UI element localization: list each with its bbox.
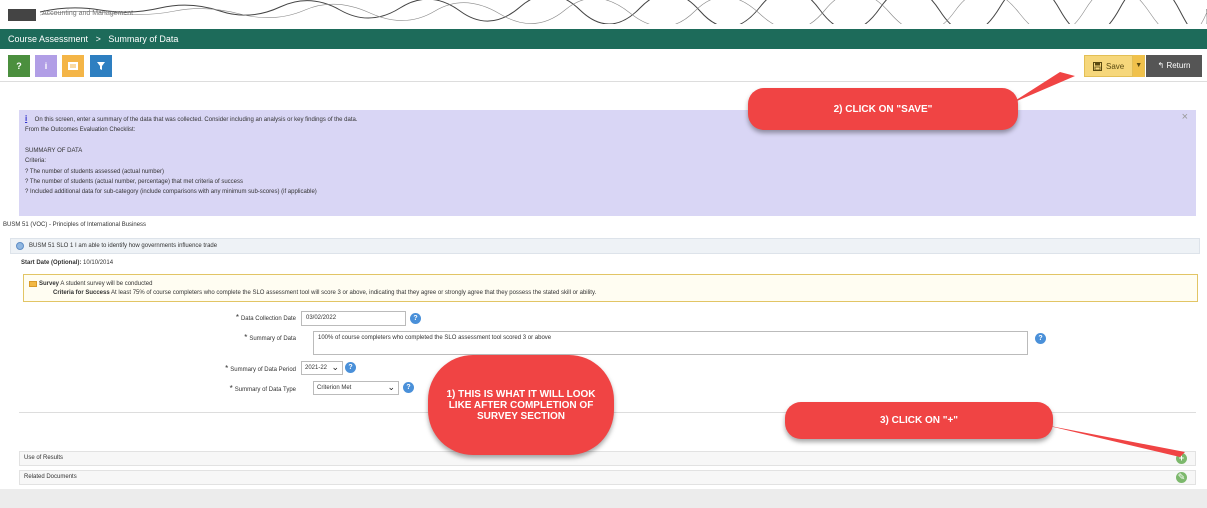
collection-date-label-text: Data Collection Date — [240, 316, 296, 322]
save-button[interactable]: Save — [1085, 61, 1132, 71]
collection-date-field[interactable]: 03/02/2022 — [301, 311, 406, 326]
add-use-of-results-plus-icon[interactable]: + — [1176, 453, 1187, 464]
summary-label: * Summary of Data — [176, 333, 296, 342]
toolbar: ? i Save ▼ ↰ Return — [0, 50, 1207, 82]
info-criteria-label: Criteria: — [25, 158, 47, 165]
callout-click-plus-text: 3) CLICK ON "+" — [879, 415, 959, 426]
breadcrumb-separator: > — [95, 34, 101, 44]
related-documents-section[interactable]: Related Documents — [19, 470, 1196, 485]
period-label: * Summary of Data Period — [176, 364, 296, 373]
app-label: Accounting and Management — [42, 10, 134, 17]
required-star-icon: * — [229, 384, 233, 393]
required-star-icon: * — [225, 364, 229, 373]
info-from: From the Outcomes Evaluation Checklist: — [25, 127, 136, 134]
info-icon: i — [44, 61, 48, 71]
info-panel: i On this screen, enter a summary of the… — [19, 110, 1196, 216]
callout-click-save-text: 2) CLICK ON "SAVE" — [833, 103, 933, 115]
slo-label: BUSM 51 SLO 1 I am able to identify how … — [29, 243, 218, 249]
info-item-3: ? Included additional data for sub-categ… — [25, 189, 317, 196]
help-button[interactable]: ? — [8, 55, 30, 77]
filter-button[interactable] — [90, 55, 112, 77]
start-date-value: 10/10/2014 — [83, 260, 114, 266]
period-select[interactable]: 2021-22 ⌄ — [301, 361, 343, 375]
slo-row[interactable]: BUSM 51 SLO 1 I am able to identify how … — [10, 238, 1200, 254]
course-title: BUSM 51 (VOC) - Principles of Internatio… — [3, 222, 147, 228]
type-label-text: Summary of Data Type — [234, 387, 296, 393]
start-date: Start Date (Optional): 10/10/2014 — [21, 260, 113, 266]
collection-date-label: * Data Collection Date — [176, 313, 296, 322]
survey-line: Survey A student survey will be conducte… — [39, 280, 1197, 289]
help-icon[interactable]: ? — [410, 313, 421, 324]
help-icon: ? — [16, 61, 22, 71]
info-icon: i — [25, 114, 28, 123]
survey-label: Survey — [39, 281, 60, 287]
start-date-label: Start Date (Optional): — [21, 260, 82, 266]
help-icon[interactable]: ? — [1035, 333, 1046, 344]
save-button-group: Save ▼ — [1084, 55, 1146, 77]
use-of-results-label: Use of Results — [24, 455, 64, 461]
summary-textarea[interactable]: 100% of course completers who completed … — [313, 331, 1028, 355]
type-value: Criterion Met — [317, 385, 352, 391]
torn-edge-graphic — [0, 0, 1207, 24]
info-item-2: ? The number of students (actual number,… — [25, 179, 244, 186]
related-documents-label: Related Documents — [24, 474, 77, 480]
criteria-line: Criteria for Success At least 75% of cou… — [39, 289, 1197, 298]
notes-icon — [68, 62, 78, 70]
callout-click-plus: 3) CLICK ON "+" — [785, 402, 1053, 439]
return-label: Return — [1166, 61, 1191, 70]
chevron-down-icon: ⌄ — [331, 362, 339, 372]
help-icon[interactable]: ? — [403, 382, 414, 393]
breadcrumb-item-course-assessment[interactable]: Course Assessment — [8, 34, 88, 44]
save-icon — [1093, 61, 1102, 71]
info-intro: On this screen, enter a summary of the d… — [34, 117, 358, 123]
criteria-label: Criteria for Success — [53, 290, 110, 296]
save-dropdown-caret-icon[interactable]: ▼ — [1132, 55, 1145, 77]
breadcrumb-item-summary-of-data: Summary of Data — [108, 34, 179, 44]
footer-bar — [0, 489, 1207, 508]
help-icon[interactable]: ? — [345, 362, 356, 373]
info-item-1: ? The number of students assessed (actua… — [25, 168, 164, 175]
type-select[interactable]: Criterion Met ⌄ — [313, 381, 399, 395]
callout-after-completion-text: 1) THIS IS WHAT IT WILL LOOK LIKE AFTER … — [446, 388, 596, 422]
period-value: 2021-22 — [305, 365, 328, 371]
slo-radio-icon[interactable] — [16, 242, 24, 250]
breadcrumb: Course Assessment > Summary of Data — [0, 29, 1207, 49]
info-heading: SUMMARY OF DATA — [25, 147, 83, 154]
torn-header-strip: Accounting and Management — [0, 0, 1207, 24]
edit-related-documents-pencil-icon[interactable]: ✎ — [1176, 472, 1187, 483]
save-label: Save — [1106, 61, 1125, 71]
filter-icon — [97, 62, 105, 70]
chevron-down-icon: ⌄ — [387, 382, 395, 392]
use-of-results-section[interactable]: Use of Results — [19, 451, 1196, 466]
close-icon[interactable]: × — [1182, 111, 1188, 122]
type-label: * Summary of Data Type — [176, 384, 296, 393]
survey-method-box: Survey A student survey will be conducte… — [23, 274, 1198, 302]
callout-after-completion: 1) THIS IS WHAT IT WILL LOOK LIKE AFTER … — [428, 355, 614, 455]
return-icon: ↰ — [1157, 61, 1165, 70]
info-button[interactable]: i — [35, 55, 57, 77]
criteria-text: At least 75% of course completers who co… — [111, 290, 597, 296]
return-button[interactable]: ↰ Return — [1146, 55, 1202, 77]
summary-label-text: Summary of Data — [249, 336, 296, 342]
notes-button[interactable] — [62, 55, 84, 77]
required-star-icon: * — [244, 333, 248, 342]
callout-click-save: 2) CLICK ON "SAVE" — [748, 88, 1018, 130]
required-star-icon: * — [235, 313, 239, 322]
survey-icon — [29, 281, 37, 287]
period-label-text: Summary of Data Period — [230, 367, 296, 373]
survey-text: A student survey will be conducted — [60, 281, 153, 287]
